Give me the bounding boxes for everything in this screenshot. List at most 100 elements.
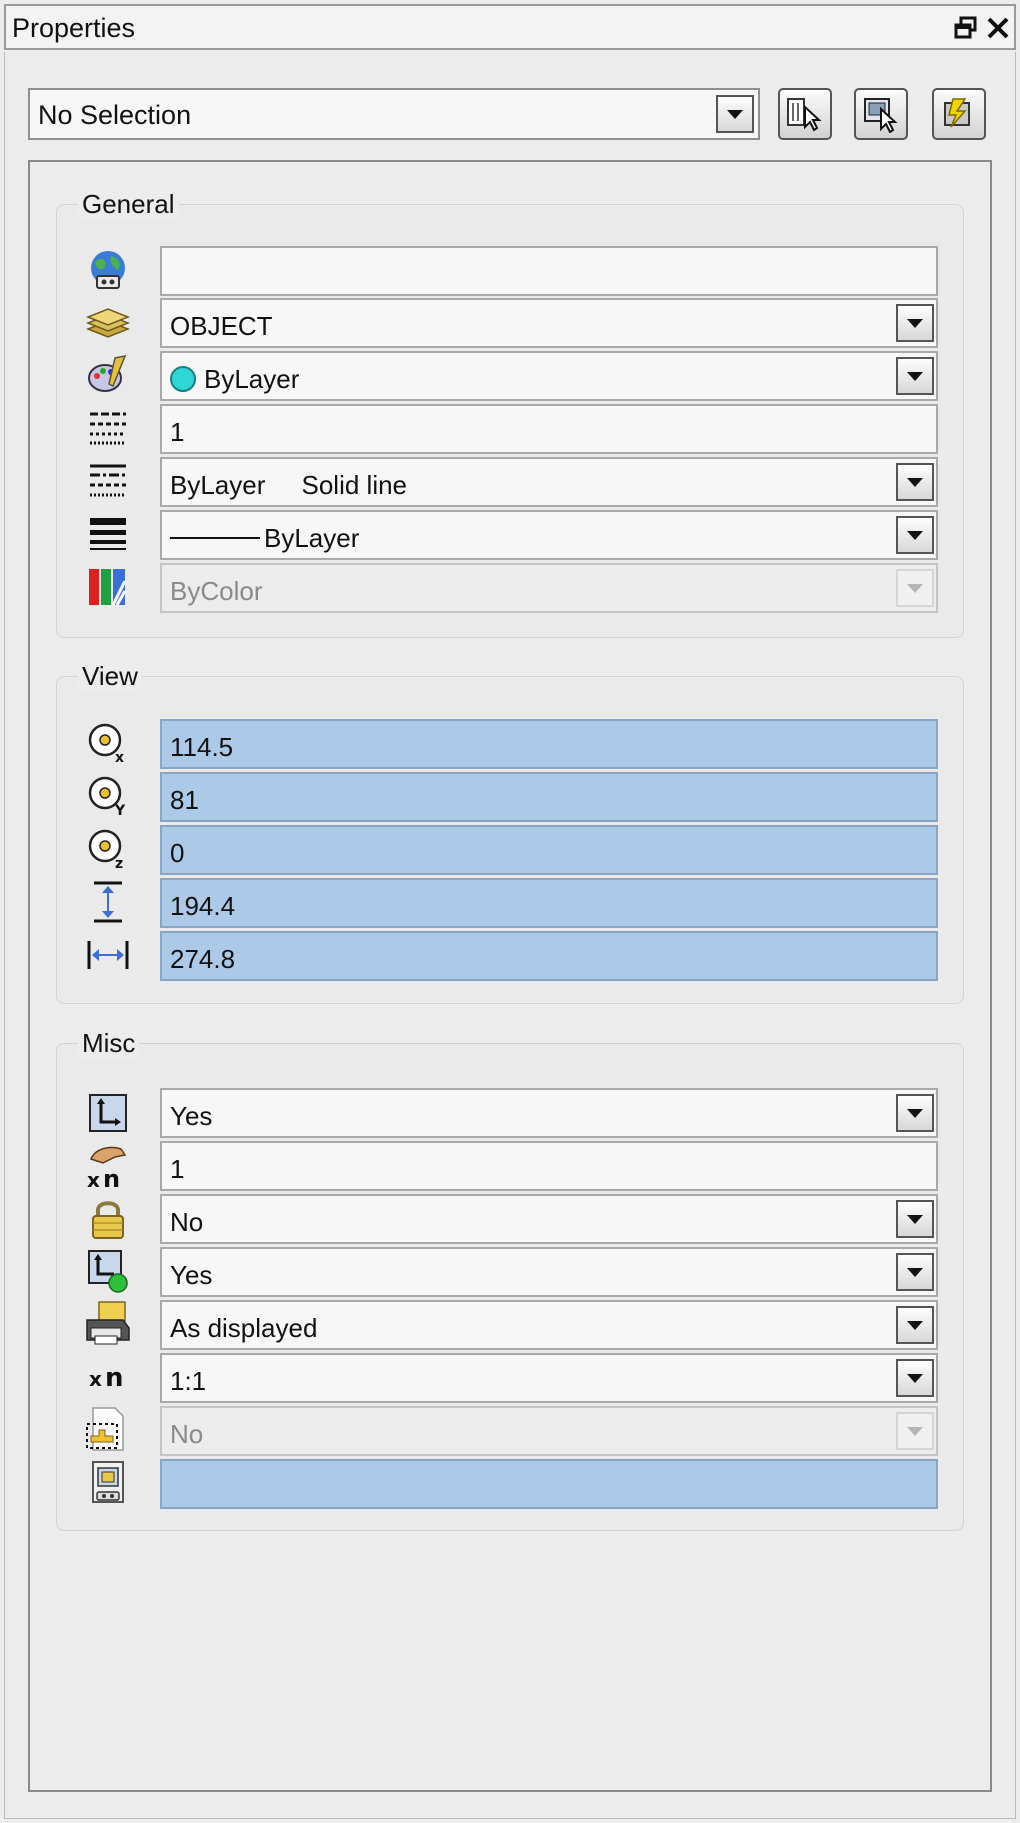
sheet-field: No	[160, 1406, 938, 1456]
misc-row-2[interactable]: No	[160, 1194, 938, 1244]
plotstyle-field: ByColor	[160, 563, 938, 613]
center-x-value: 114.5	[170, 732, 234, 762]
visual-style-field[interactable]	[160, 1459, 938, 1509]
quick-select-button[interactable]	[854, 88, 908, 140]
center-y-field[interactable]: 81	[160, 772, 938, 822]
color-text: ByLayer	[204, 364, 300, 394]
ucs-per-viewport-icon	[80, 1246, 136, 1296]
svg-text:x: x	[115, 750, 124, 766]
general-field-0[interactable]	[160, 246, 938, 296]
lineweight-icon	[80, 509, 136, 559]
chevron-down-icon[interactable]	[896, 1253, 934, 1291]
annotation-scale-value: 1	[170, 1154, 185, 1184]
close-icon[interactable]	[982, 12, 1014, 44]
chevron-down-icon[interactable]	[716, 95, 754, 133]
view-row-3[interactable]: 194.4	[160, 878, 938, 928]
chevron-down-icon[interactable]	[896, 516, 934, 554]
view-row-4[interactable]: 274.8	[160, 931, 938, 981]
svg-text:Y: Y	[114, 803, 126, 819]
view-row-1[interactable]: 81	[160, 772, 938, 822]
linetype-icon	[80, 456, 136, 506]
annotation-scale-field[interactable]: 1	[160, 1141, 938, 1191]
lineweight-field[interactable]: ByLayer	[160, 510, 938, 560]
view-group-title: View	[78, 661, 142, 692]
lock-value: No	[170, 1207, 204, 1237]
selection-dropdown[interactable]: No Selection	[28, 88, 760, 140]
svg-text:z: z	[115, 856, 123, 872]
annotation-scale-icon: xn	[80, 1140, 136, 1190]
chevron-down-icon[interactable]	[896, 357, 934, 395]
color-value: ByLayer	[170, 364, 299, 395]
width-icon	[80, 930, 136, 980]
center-x-field[interactable]: 114.5	[160, 719, 938, 769]
ucs-icon-on-field[interactable]: Yes	[160, 1088, 938, 1138]
toggle-pickadd-icon	[944, 98, 970, 128]
lock-field[interactable]: No	[160, 1194, 938, 1244]
lineweight-text: ByLayer	[264, 523, 360, 553]
scale-icon: xn	[80, 1351, 136, 1401]
misc-row-4[interactable]: As displayed	[160, 1300, 938, 1350]
height-icon	[80, 877, 136, 927]
center-z-icon: z	[80, 824, 136, 874]
plotstyle-icon	[80, 562, 136, 612]
general-row-0[interactable]	[160, 246, 938, 296]
svg-text:x: x	[87, 1168, 100, 1189]
chevron-down-icon[interactable]	[896, 1359, 934, 1397]
width-field[interactable]: 274.8	[160, 931, 938, 981]
chevron-down-icon[interactable]	[896, 304, 934, 342]
center-y-value: 81	[170, 785, 199, 815]
ucs-per-viewport-value: Yes	[170, 1260, 213, 1290]
float-icon[interactable]	[950, 12, 982, 44]
center-z-value: 0	[170, 838, 185, 868]
linetype-scale-field[interactable]: 1	[160, 404, 938, 454]
quick-select-icon	[864, 98, 898, 133]
linetype-value: ByLayer Solid line	[170, 470, 408, 500]
view-row-2[interactable]: 0	[160, 825, 938, 875]
misc-row-6: No	[160, 1406, 938, 1456]
misc-row-7[interactable]	[160, 1459, 938, 1509]
ucs-icon-on-icon	[80, 1088, 136, 1138]
layer-field[interactable]: OBJECT	[160, 298, 938, 348]
linetype-scale-icon	[80, 403, 136, 453]
misc-row-0[interactable]: Yes	[160, 1088, 938, 1138]
color-field[interactable]: ByLayer	[160, 351, 938, 401]
general-row-2[interactable]: ByLayer	[160, 351, 938, 401]
toggle-pickadd-button[interactable]	[932, 88, 986, 140]
misc-row-3[interactable]: Yes	[160, 1247, 938, 1297]
chevron-down-icon[interactable]	[896, 1094, 934, 1132]
center-x-icon: x	[80, 718, 136, 768]
chevron-down-icon[interactable]	[896, 1306, 934, 1344]
misc-row-5[interactable]: 1:1	[160, 1353, 938, 1403]
ucs-icon-on-value: Yes	[170, 1101, 213, 1131]
width-value: 274.8	[170, 944, 236, 974]
visual-style-icon	[80, 1458, 136, 1508]
general-row-6: ByColor	[160, 563, 938, 613]
general-row-3[interactable]: 1	[160, 404, 938, 454]
misc-row-1[interactable]: 1	[160, 1141, 938, 1191]
chevron-down-icon[interactable]	[896, 1200, 934, 1238]
standard-scale-field[interactable]: 1:1	[160, 1353, 938, 1403]
color-swatch	[170, 366, 196, 393]
shade-plot-value: As displayed	[170, 1313, 318, 1343]
shade-plot-field[interactable]: As displayed	[160, 1300, 938, 1350]
svg-text:n: n	[103, 1165, 120, 1189]
chevron-down-icon[interactable]	[896, 463, 934, 501]
lock-icon	[80, 1194, 136, 1244]
general-row-5[interactable]: ByLayer	[160, 510, 938, 560]
layer-icon	[80, 298, 136, 348]
center-y-icon: Y	[80, 771, 136, 821]
line-sample	[170, 537, 260, 540]
center-z-field[interactable]: 0	[160, 825, 938, 875]
view-row-0[interactable]: 114.5	[160, 719, 938, 769]
height-field[interactable]: 194.4	[160, 878, 938, 928]
linetype-field[interactable]: ByLayer Solid line	[160, 457, 938, 507]
select-objects-button[interactable]	[778, 88, 832, 140]
general-row-4[interactable]: ByLayer Solid line	[160, 457, 938, 507]
globe-icon	[80, 246, 136, 296]
height-value: 194.4	[170, 891, 236, 921]
panel-title: Properties	[12, 13, 136, 43]
ucs-per-viewport-field[interactable]: Yes	[160, 1247, 938, 1297]
select-objects-icon	[787, 98, 822, 132]
svg-text:n: n	[105, 1363, 124, 1393]
general-row-1[interactable]: OBJECT	[160, 298, 938, 348]
